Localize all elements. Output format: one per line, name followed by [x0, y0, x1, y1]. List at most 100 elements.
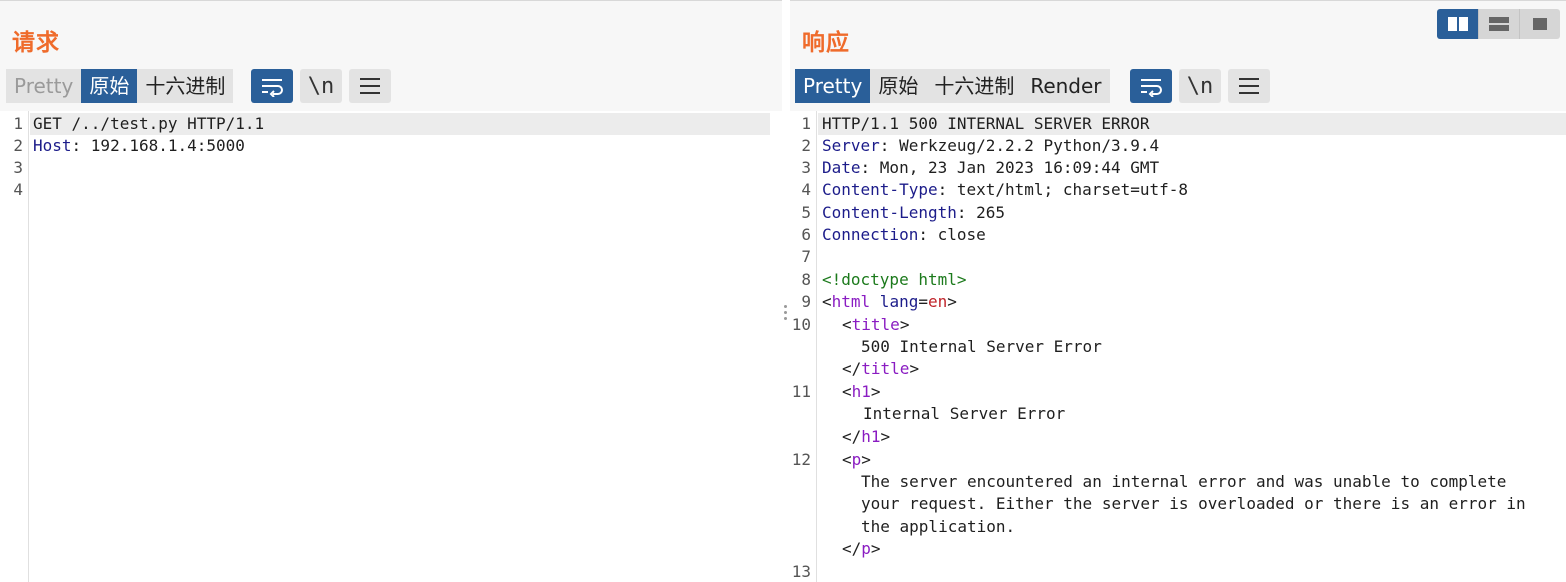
lt-symbol: < — [842, 450, 852, 469]
request-tab-raw[interactable]: 原始 — [81, 69, 138, 103]
response-editor[interactable]: 1 2 3 4 5 6 7 8 9 10 11 12 13 HTTP/1.1 5… — [790, 111, 1566, 582]
title-tag: title — [851, 315, 900, 334]
header-value: : 192.168.1.4:5000 — [71, 136, 245, 155]
close-lt-symbol: </ — [842, 539, 862, 558]
doctype-line: <!doctype html> — [822, 270, 967, 289]
gt-symbol: > — [870, 539, 881, 558]
header-key: Connection — [822, 225, 919, 244]
layout-toggle — [1437, 9, 1560, 39]
line-number: 3 — [13, 158, 23, 177]
response-tab-hex[interactable]: 十六进制 — [926, 69, 1023, 103]
html-open-line: <html lang=en> — [822, 291, 957, 313]
request-view-tabs: Pretty 原始 十六进制 — [6, 69, 234, 103]
pane-splitter[interactable] — [782, 0, 790, 582]
request-title: 请求 — [12, 30, 60, 56]
response-title: 响应 — [802, 30, 850, 56]
request-tab-hex[interactable]: 十六进制 — [137, 69, 234, 103]
response-tab-pretty[interactable]: Pretty — [795, 69, 871, 103]
newline-icon: \n — [1186, 73, 1214, 99]
line-number: 12 — [791, 450, 811, 469]
stacked-layout-icon — [1489, 17, 1509, 31]
lang-value: en — [927, 292, 948, 311]
h1-text-line: Internal Server Error — [863, 404, 1066, 423]
header-value: : text/html; charset=utf-8 — [937, 180, 1189, 199]
hamburger-menu-icon — [360, 78, 380, 94]
line-number: 7 — [801, 247, 811, 266]
title-tag: title — [861, 359, 910, 378]
lt-symbol: < — [842, 315, 852, 334]
single-pane-layout-button[interactable] — [1519, 9, 1560, 39]
h1-close-line: </h1> — [842, 426, 890, 448]
response-menu-button[interactable] — [1228, 69, 1270, 103]
line-number: 5 — [801, 203, 811, 222]
gt-symbol: > — [909, 359, 920, 378]
line-number: 2 — [801, 136, 811, 155]
close-lt-symbol: </ — [842, 359, 862, 378]
p-text-line: your request. Either the server is overl… — [861, 494, 1526, 513]
p-open-line: <p> — [842, 449, 871, 471]
header-value: : Mon, 23 Jan 2023 16:09:44 GMT — [860, 158, 1160, 177]
header-value: : 265 — [956, 203, 1006, 222]
response-wrap-button[interactable] — [1130, 69, 1172, 103]
gt-symbol: > — [870, 382, 881, 401]
p-close-line: </p> — [842, 538, 881, 560]
line-number: 8 — [801, 270, 811, 289]
line-number: 10 — [791, 315, 811, 334]
response-tab-render[interactable]: Render — [1022, 69, 1110, 103]
request-tab-pretty[interactable]: Pretty — [6, 69, 82, 103]
newline-icon: \n — [307, 73, 335, 99]
request-wrap-button[interactable] — [251, 69, 293, 103]
request-newline-button[interactable]: \n — [300, 69, 342, 103]
request-line: Host: 192.168.1.4:5000 — [33, 135, 245, 157]
line-number: 4 — [13, 180, 23, 199]
h1-tag: h1 — [861, 427, 881, 446]
html-tag: html — [831, 292, 871, 311]
gt-symbol: > — [947, 292, 957, 311]
request-editor[interactable]: 1 2 3 4 GET /../test.py HTTP/1.1 Host: 1… — [0, 111, 782, 582]
line-number: 2 — [13, 136, 23, 155]
request-gutter: 1 2 3 4 — [0, 111, 29, 582]
line-number: 4 — [801, 180, 811, 199]
p-tag: p — [861, 539, 871, 558]
title-close-line: </title> — [842, 358, 919, 380]
response-gutter: 1 2 3 4 5 6 7 8 9 10 11 12 13 — [790, 111, 817, 582]
header-key: Content-Length — [822, 203, 957, 222]
gt-symbol: > — [899, 315, 910, 334]
lang-attribute: lang — [870, 292, 919, 311]
wrap-icon — [262, 79, 283, 97]
title-open-line: <title> — [842, 314, 909, 336]
header-key: Date — [822, 158, 861, 177]
h1-open-line: <h1> — [842, 381, 881, 403]
eq-symbol: = — [918, 292, 928, 311]
wrap-icon — [1141, 79, 1162, 97]
header-value: : close — [918, 225, 986, 244]
lt-symbol: < — [842, 382, 852, 401]
status-line: HTTP/1.1 500 INTERNAL SERVER ERROR — [822, 114, 1150, 133]
side-by-side-layout-button[interactable] — [1437, 9, 1478, 39]
stacked-layout-button[interactable] — [1478, 9, 1519, 39]
response-header-line: Server: Werkzeug/2.2.2 Python/3.9.4 — [822, 135, 1159, 157]
request-pane: 请求 Pretty 原始 十六进制 \n 1 2 3 4 GET /../tes… — [0, 0, 782, 582]
response-header-line: Content-Type: text/html; charset=utf-8 — [822, 179, 1188, 201]
p-text-line: the application. — [861, 517, 1016, 536]
line-number: 11 — [791, 382, 811, 401]
response-tab-raw[interactable]: 原始 — [870, 69, 927, 103]
p-tag: p — [851, 450, 862, 469]
lt-symbol: < — [822, 292, 832, 311]
response-header-line: Connection: close — [822, 224, 986, 246]
response-pane: 响应 Pretty 原始 十六进制 Render \n 1 2 3 4 5 6 … — [790, 0, 1566, 582]
hamburger-menu-icon — [1239, 78, 1259, 94]
title-text-line: 500 Internal Server Error — [861, 337, 1102, 356]
side-by-side-layout-icon — [1447, 17, 1468, 31]
response-newline-button[interactable]: \n — [1179, 69, 1221, 103]
line-number: 9 — [801, 292, 811, 311]
single-pane-layout-icon — [1533, 18, 1547, 30]
request-menu-button[interactable] — [349, 69, 391, 103]
line-number: 1 — [13, 114, 23, 133]
header-key: Content-Type — [822, 180, 938, 199]
header-key: Server — [822, 136, 880, 155]
header-value: : Werkzeug/2.2.2 Python/3.9.4 — [879, 136, 1160, 155]
response-header-line: Content-Length: 265 — [822, 202, 1005, 224]
header-key: Host — [33, 136, 72, 155]
close-lt-symbol: </ — [842, 427, 862, 446]
